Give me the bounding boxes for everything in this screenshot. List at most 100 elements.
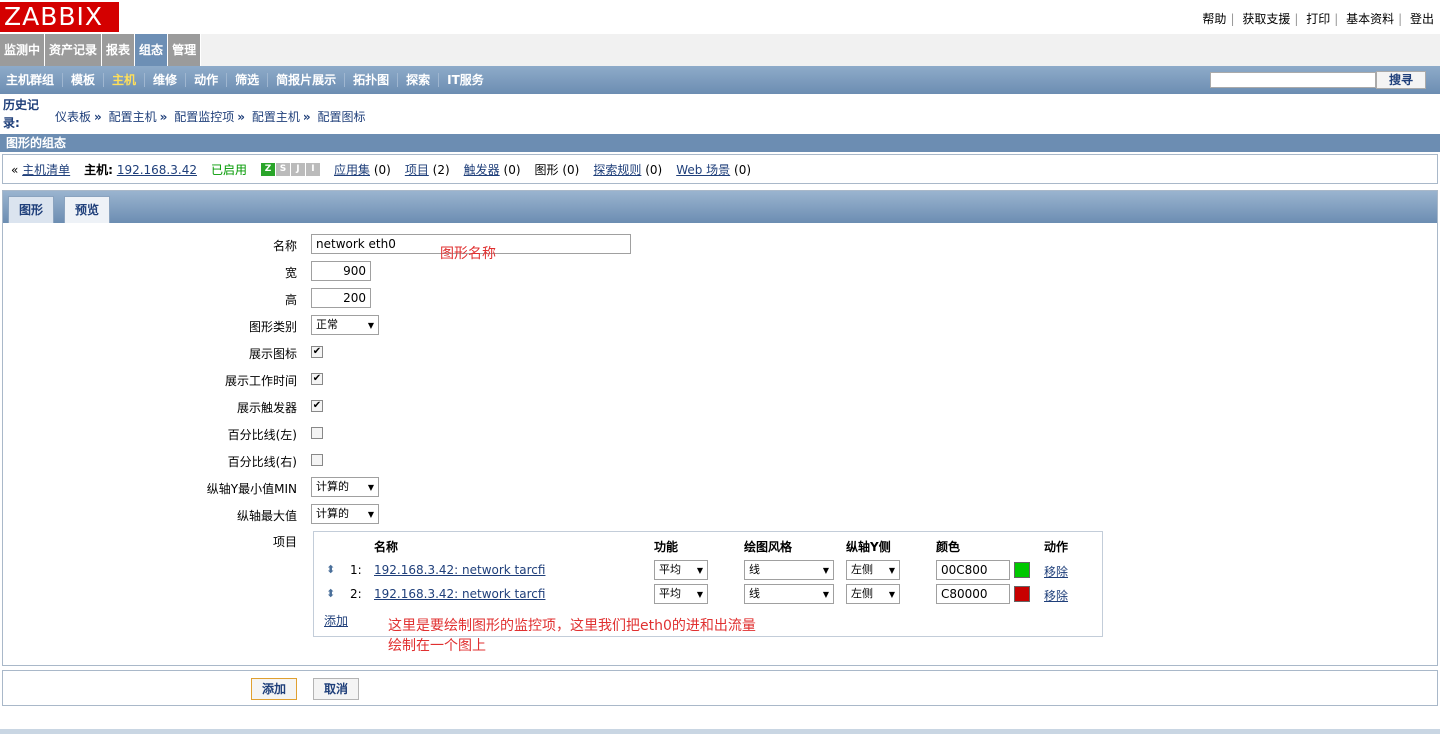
col-y-axis-side: 纵轴Y侧 [846, 540, 891, 554]
web-scenarios-link[interactable]: Web 场景 [676, 163, 730, 177]
add-button[interactable]: 添加 [251, 678, 298, 700]
top-links: 帮助 | 获取支援 | 打印 | 基本资料 | 登出 [1202, 12, 1434, 26]
width-label: 宽 [284, 266, 297, 280]
crumb-config-graphs[interactable]: 配置图标 [317, 110, 365, 124]
host-label: 主机: [84, 162, 113, 177]
header: ZABBIX 帮助 | 获取支援 | 打印 | 基本资料 | 登出 [0, 0, 1440, 34]
print-link[interactable]: 打印 [1306, 12, 1330, 26]
y-axis-side-select[interactable]: 左侧 [846, 584, 900, 604]
host-link[interactable]: 192.168.3.42 [117, 163, 197, 177]
discovery-rules-link[interactable]: 探索规则 [593, 163, 641, 177]
percentile-right-checkbox[interactable] [311, 454, 323, 466]
items-label: 项目 [272, 535, 297, 549]
draw-style-select[interactable]: 线 [744, 560, 834, 580]
graph-items-table: 名称 功能 绘图风格 纵轴Y侧 颜色 动作 ⬍ 1: 192.168.3.42:… [313, 531, 1103, 654]
submenu-hosts[interactable]: 主机 [104, 73, 146, 87]
submenu-actions[interactable]: 动作 [186, 73, 228, 87]
col-name: 名称 [374, 540, 399, 554]
get-support-link[interactable]: 获取支援 [1242, 12, 1290, 26]
tab-preview[interactable]: 预览 [64, 196, 111, 223]
crumb-config-hosts-2[interactable]: 配置主机 [252, 110, 300, 124]
availability-indicators: Z S J I [260, 162, 320, 176]
crumb-config-items[interactable]: 配置监控项 [174, 110, 234, 124]
triggers-link[interactable]: 触发器 [464, 163, 500, 177]
item-name-link[interactable]: 192.168.3.42: network tarcfi [374, 587, 545, 601]
item-name-link[interactable]: 192.168.3.42: network tarcfi [374, 563, 545, 577]
color-swatch[interactable] [1014, 586, 1030, 602]
host-list-link[interactable]: 主机清单 [22, 163, 70, 177]
graphs-label: 图形 [534, 162, 559, 177]
main-menu-inventory[interactable]: 资产记录 [45, 34, 103, 66]
help-link[interactable]: 帮助 [1202, 12, 1226, 26]
tab-graph[interactable]: 图形 [8, 196, 55, 223]
drag-handle-icon[interactable]: ⬍ [326, 563, 335, 576]
show-legend-label: 展示图标 [248, 347, 297, 361]
drag-handle-icon[interactable]: ⬍ [326, 587, 335, 600]
show-triggers-checkbox[interactable]: ✔ [311, 400, 323, 412]
table-row: ⬍ 2: 192.168.3.42: network tarcfi 平均 线 左… [314, 584, 1102, 606]
ymax-label: 纵轴最大值 [236, 509, 297, 523]
items-link[interactable]: 项目 [405, 163, 429, 177]
function-select[interactable]: 平均 [654, 584, 708, 604]
submenu-maps[interactable]: 拓扑图 [345, 73, 399, 87]
color-input[interactable]: 00C800 [936, 560, 1010, 580]
host-status[interactable]: 已启用 [211, 161, 247, 178]
graph-form: 图形 预览 名称 network eth0 图形名称 宽 900 高 200 图… [2, 190, 1438, 666]
history-label: 历史记录: [3, 98, 40, 130]
crumb-config-hosts-1[interactable]: 配置主机 [109, 110, 157, 124]
remove-link[interactable]: 移除 [1044, 587, 1068, 604]
submenu-maintenance[interactable]: 维修 [145, 73, 187, 87]
tabs-bar: 图形 预览 [3, 191, 1437, 223]
y-axis-side-select[interactable]: 左侧 [846, 560, 900, 580]
applications-link[interactable]: 应用集 [334, 163, 370, 177]
show-legend-checkbox[interactable]: ✔ [311, 346, 323, 358]
draw-style-select[interactable]: 线 [744, 584, 834, 604]
submenu-host-groups[interactable]: 主机群组 [0, 73, 64, 87]
col-action: 动作 [1044, 540, 1069, 554]
search-input[interactable] [1210, 72, 1376, 88]
zabbix-logo[interactable]: ZABBIX [0, 2, 119, 32]
submenu-it-services[interactable]: IT服务 [439, 73, 492, 87]
percentile-left-checkbox[interactable] [311, 427, 323, 439]
ymin-select[interactable]: 计算的 [311, 477, 379, 497]
height-label: 高 [284, 293, 297, 307]
add-item-link[interactable]: 添加 [324, 612, 348, 629]
color-swatch[interactable] [1014, 562, 1030, 578]
submenu-filter[interactable]: 筛选 [227, 73, 269, 87]
main-menu-configuration[interactable]: 组态 [135, 34, 169, 66]
show-worktime-checkbox[interactable]: ✔ [311, 373, 323, 385]
search-button[interactable]: 搜寻 [1376, 71, 1426, 89]
submenu-templates[interactable]: 模板 [63, 73, 105, 87]
host-bar: « 主机清单 主机: 192.168.3.42 已启用 Z S J I 应用集 … [2, 154, 1438, 184]
ymax-select[interactable]: 计算的 [311, 504, 379, 524]
table-row: ⬍ 1: 192.168.3.42: network tarcfi 平均 线 左… [314, 560, 1102, 582]
color-input[interactable]: C80000 [936, 584, 1010, 604]
main-menu-monitoring[interactable]: 监测中 [0, 34, 46, 66]
main-menu-reports[interactable]: 报表 [102, 34, 136, 66]
breadcrumb: 仪表板» 配置主机» 配置监控项» 配置主机» 配置图标 [55, 110, 366, 124]
remove-link[interactable]: 移除 [1044, 563, 1068, 580]
section-title: 图形的组态 [0, 134, 1440, 152]
name-annotation: 图形名称 [440, 246, 496, 262]
graph-type-label: 图形类别 [248, 320, 297, 334]
function-select[interactable]: 平均 [654, 560, 708, 580]
show-triggers-label: 展示触发器 [236, 401, 297, 415]
logout-link[interactable]: 登出 [1410, 12, 1434, 26]
width-input[interactable]: 900 [311, 261, 371, 281]
ymin-label: 纵轴Y最小值MIN [206, 482, 297, 496]
col-function: 功能 [654, 540, 679, 554]
main-menu-administration[interactable]: 管理 [168, 34, 202, 66]
percentile-right-label: 百分比线(右) [227, 455, 297, 469]
main-menu: 监测中 资产记录 报表 组态 管理 [0, 34, 1440, 66]
height-input[interactable]: 200 [311, 288, 371, 308]
submenu-slides[interactable]: 简报片展示 [268, 73, 346, 87]
profile-link[interactable]: 基本资料 [1346, 12, 1394, 26]
col-color: 颜色 [936, 540, 961, 554]
crumb-dashboard[interactable]: 仪表板 [55, 110, 91, 124]
graph-type-select[interactable]: 正常 [311, 315, 379, 335]
zabbix-availability-icon: Z [260, 162, 275, 176]
cancel-button[interactable]: 取消 [313, 678, 360, 700]
percentile-left-label: 百分比线(左) [227, 428, 297, 442]
bottom-strip [0, 729, 1440, 734]
submenu-discovery[interactable]: 探索 [398, 73, 440, 87]
